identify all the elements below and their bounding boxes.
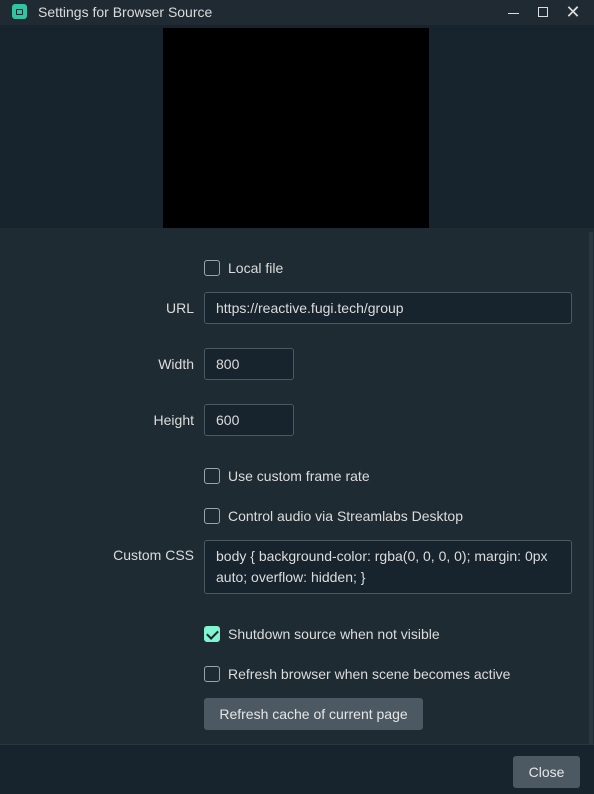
url-value: https://reactive.fugi.tech/group bbox=[216, 300, 404, 316]
url-label: URL bbox=[165, 300, 194, 316]
dialog-footer: Close bbox=[0, 744, 594, 794]
refresh-cache-button[interactable]: Refresh cache of current page bbox=[204, 698, 423, 730]
control-audio-label: Control audio via Streamlabs Desktop bbox=[228, 508, 464, 524]
close-icon: ✕ bbox=[565, 1, 581, 22]
close-window-button[interactable]: ✕ bbox=[563, 2, 583, 22]
minimize-icon bbox=[507, 12, 519, 15]
custom-css-textarea[interactable]: body { background-color: rgba(0, 0, 0, 0… bbox=[204, 540, 572, 594]
settings-form: Local file URL https://reactive.fugi.tec… bbox=[0, 228, 594, 744]
preview-canvas bbox=[163, 28, 429, 228]
custom-frame-rate-label: Use custom frame rate bbox=[228, 468, 370, 484]
refresh-browser-label: Refresh browser when scene becomes activ… bbox=[228, 666, 511, 682]
height-input[interactable]: 600 bbox=[204, 404, 294, 436]
streamlabs-app-icon bbox=[12, 4, 27, 19]
shutdown-source-checkbox[interactable] bbox=[204, 626, 220, 642]
maximize-button[interactable] bbox=[533, 2, 553, 22]
shutdown-source-label: Shutdown source when not visible bbox=[228, 626, 440, 642]
window-title: Settings for Browser Source bbox=[38, 4, 213, 20]
width-label: Width bbox=[158, 356, 194, 372]
height-value: 600 bbox=[216, 412, 240, 428]
url-input[interactable]: https://reactive.fugi.tech/group bbox=[204, 292, 572, 324]
maximize-icon bbox=[538, 7, 548, 17]
form-scrollbar[interactable] bbox=[589, 232, 593, 744]
refresh-browser-checkbox[interactable] bbox=[204, 666, 220, 682]
source-preview bbox=[0, 25, 594, 228]
width-value: 800 bbox=[216, 356, 240, 372]
height-label: Height bbox=[153, 412, 194, 428]
close-button[interactable]: Close bbox=[513, 756, 580, 788]
local-file-checkbox[interactable] bbox=[204, 260, 220, 276]
width-input[interactable]: 800 bbox=[204, 348, 294, 380]
title-bar: Settings for Browser Source ✕ bbox=[0, 0, 594, 25]
custom-css-label: Custom CSS bbox=[113, 547, 194, 563]
custom-frame-rate-checkbox[interactable] bbox=[204, 468, 220, 484]
minimize-button[interactable] bbox=[503, 2, 523, 22]
checkmark-icon bbox=[206, 627, 219, 640]
control-audio-checkbox[interactable] bbox=[204, 508, 220, 524]
local-file-label: Local file bbox=[228, 260, 284, 276]
